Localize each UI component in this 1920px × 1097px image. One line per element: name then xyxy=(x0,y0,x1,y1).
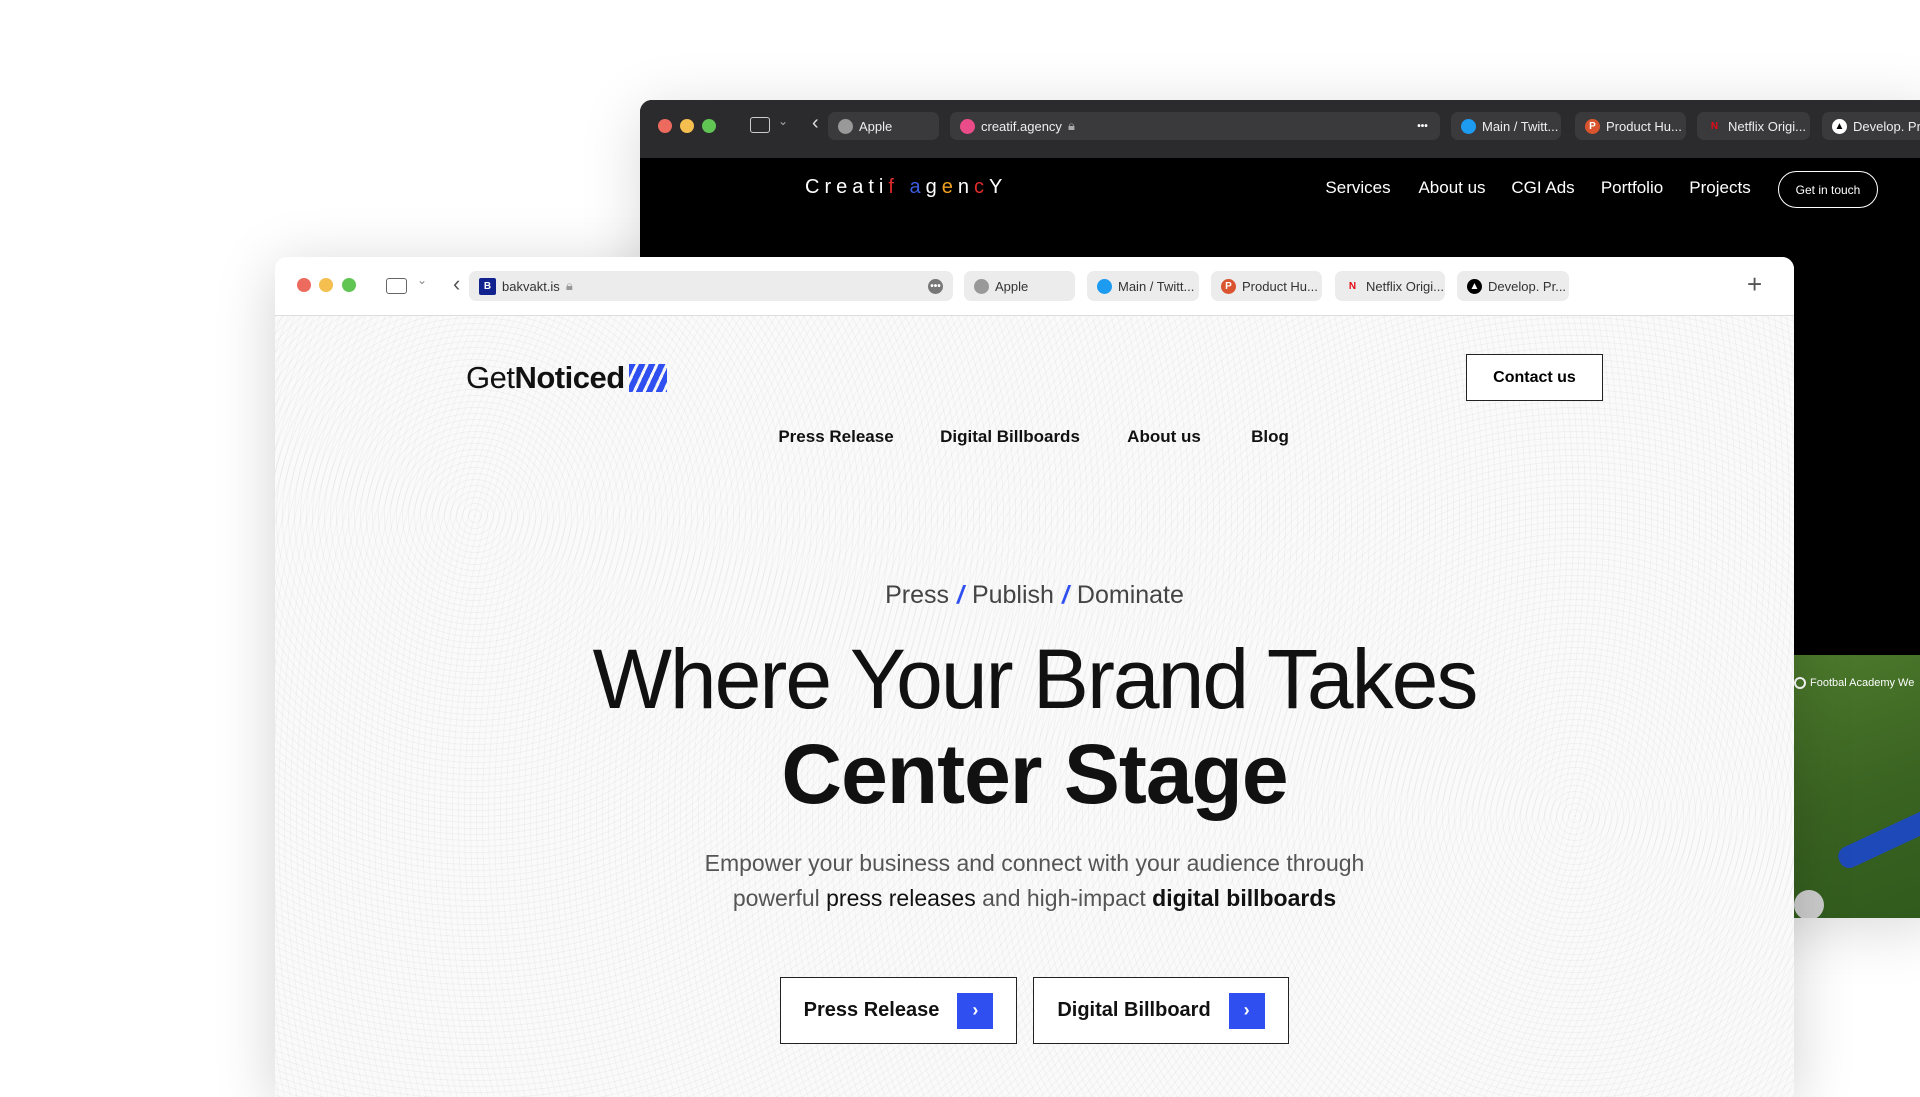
creatif-logo[interactable]: Creatif agencY xyxy=(805,176,1007,199)
sidebar-icon[interactable] xyxy=(386,278,407,294)
netflix-icon: N xyxy=(1348,280,1357,292)
press-release-button[interactable]: Press Release › xyxy=(780,977,1017,1044)
slash-divider: / xyxy=(1061,581,1069,609)
hero-heading-line1: Where Your Brand Takes xyxy=(592,632,1479,726)
nav-portfolio[interactable]: Portfolio xyxy=(1601,178,1663,198)
twitter-icon xyxy=(1461,118,1476,134)
develop-icon: ▲ xyxy=(1832,118,1847,134)
tab-apple[interactable]: Apple xyxy=(828,112,939,140)
nav-projects[interactable]: Projects xyxy=(1689,178,1750,198)
tab-producthunt[interactable]: P Product Hu... xyxy=(1211,271,1322,301)
more-icon[interactable]: ••• xyxy=(1415,119,1430,134)
back-icon[interactable]: ‹ xyxy=(812,112,819,135)
tab-develop[interactable]: ▲Develop. Pr... xyxy=(1457,271,1569,301)
front-browser-window: ⌄ ‹ Bbakvakt.is 🔒︎ ••• Apple Main / Twitt.… xyxy=(275,257,1794,1097)
nav-about-us[interactable]: About us xyxy=(1127,427,1201,447)
bakvakt-icon: B xyxy=(479,277,496,295)
slash-divider: / xyxy=(957,581,964,609)
nav-about[interactable]: About us xyxy=(1418,178,1485,198)
twitter-icon xyxy=(1097,278,1112,294)
nav-services[interactable]: Services xyxy=(1325,178,1390,198)
nav-blog[interactable]: Blog xyxy=(1251,427,1289,447)
maximize-button[interactable] xyxy=(702,119,716,133)
page-content: Get Noticed Press Release Digital Billboa… xyxy=(275,316,1794,1097)
nav-cgi-ads[interactable]: CGI Ads xyxy=(1511,178,1574,198)
address-bar[interactable]: creatif.agency 🔒︎ ••• xyxy=(950,112,1440,140)
football-image: Footbal Academy We xyxy=(1794,655,1920,918)
tab-apple[interactable]: Apple xyxy=(964,271,1075,301)
academy-logo-icon xyxy=(1794,677,1806,689)
new-tab-icon[interactable]: + xyxy=(1747,269,1762,300)
contact-us-button[interactable]: Contact us xyxy=(1466,354,1603,401)
hero-heading-line2: Center Stage xyxy=(781,727,1288,821)
dribbble-icon xyxy=(960,118,975,134)
tab-producthunt[interactable]: P Product Hu... xyxy=(1575,112,1686,140)
minimize-button[interactable] xyxy=(319,278,333,292)
tab-twitter[interactable]: Main / Twitt... xyxy=(1087,271,1199,301)
producthunt-icon: P xyxy=(1585,118,1600,134)
back-icon[interactable]: ‹ xyxy=(453,271,460,297)
tab-netflix[interactable]: N Netflix Origi... xyxy=(1335,271,1445,301)
digital-billboard-button[interactable]: Digital Billboard › xyxy=(1033,977,1289,1044)
sock-shape xyxy=(1834,800,1920,872)
tab-twitter[interactable]: Main / Twitt... xyxy=(1451,112,1561,140)
chevron-down-icon[interactable]: ⌄ xyxy=(417,273,427,287)
close-button[interactable] xyxy=(297,278,311,292)
nav-digital-billboards[interactable]: Digital Billboards xyxy=(940,427,1080,447)
chevron-right-icon: › xyxy=(1228,992,1265,1029)
maximize-button[interactable] xyxy=(342,278,356,292)
front-toolbar: ⌄ ‹ Bbakvakt.is 🔒︎ ••• Apple Main / Twitt.… xyxy=(275,257,1794,316)
chevron-right-icon: › xyxy=(957,992,994,1029)
address-bar[interactable]: Bbakvakt.is 🔒︎ ••• xyxy=(469,271,953,301)
netflix-icon: N xyxy=(1710,120,1719,132)
nav-press-release[interactable]: Press Release xyxy=(778,427,893,447)
ball-shape xyxy=(1794,890,1824,918)
image-caption: Footbal Academy We xyxy=(1794,677,1914,689)
minimize-button[interactable] xyxy=(680,119,694,133)
tagline: Press / Publish / Dominate xyxy=(885,581,1184,609)
apple-icon xyxy=(838,118,853,134)
getnoticed-logo[interactable]: Get Noticed xyxy=(466,360,667,396)
tab-develop[interactable]: ▲Develop. Pr... xyxy=(1822,112,1920,140)
hero-subtitle-line2: powerful press releases and high-impact … xyxy=(732,885,1337,911)
apple-icon xyxy=(974,278,989,294)
producthunt-icon: P xyxy=(1221,278,1236,294)
logo-stripes xyxy=(628,364,667,392)
lock-icon: 🔒︎ xyxy=(1067,118,1075,133)
lock-icon: 🔒︎ xyxy=(565,278,573,293)
chevron-down-icon[interactable]: ⌄ xyxy=(778,114,788,128)
develop-icon: ▲ xyxy=(1467,278,1482,294)
back-toolbar: ⌄ ‹ Apple creatif.agency 🔒︎ ••• Main / Twi… xyxy=(640,100,1920,158)
get-in-touch-button[interactable]: Get in touch xyxy=(1778,171,1878,208)
close-button[interactable] xyxy=(658,119,672,133)
tab-netflix[interactable]: N Netflix Origi... xyxy=(1697,112,1810,140)
hero-subtitle-line1: Empower your business and connect with y… xyxy=(704,850,1365,876)
more-icon[interactable]: ••• xyxy=(928,278,943,294)
sidebar-icon[interactable] xyxy=(750,117,770,133)
